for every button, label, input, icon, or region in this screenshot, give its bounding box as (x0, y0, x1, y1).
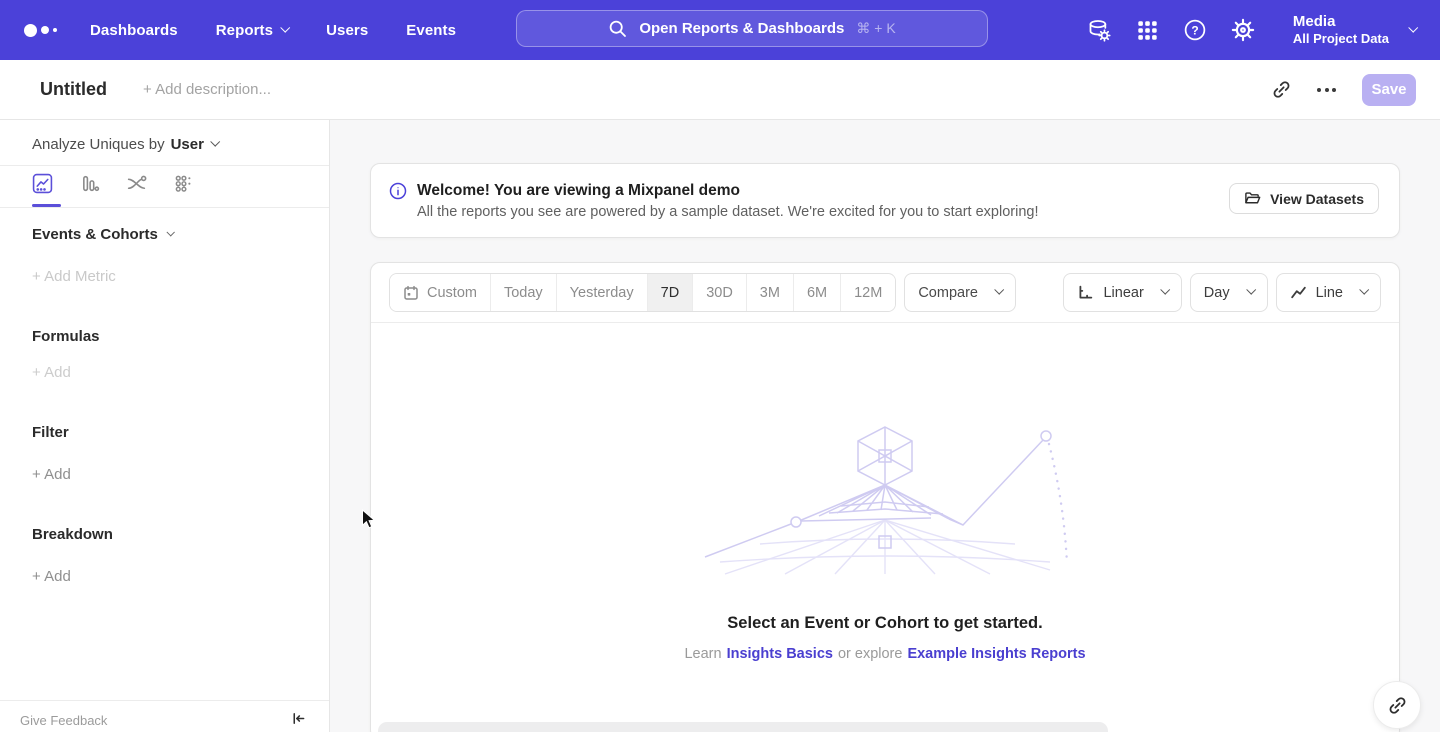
date-range-yesterday[interactable]: Yesterday (556, 274, 647, 311)
divider (0, 700, 329, 701)
primary-nav: Dashboards Reports Users Events (90, 22, 456, 39)
query-builder-sidebar: Analyze Uniques by User (0, 120, 330, 732)
date-range-6m[interactable]: 6M (793, 274, 840, 311)
insights-chart-panel: Custom Today Yesterday 7D 30D 3M 6M 12M … (370, 262, 1400, 732)
analyze-value-dropdown[interactable]: User (171, 136, 218, 153)
example-reports-link[interactable]: Example Insights Reports (907, 646, 1085, 662)
empty-state-hint: Learn Insights Basics or explore Example… (371, 646, 1399, 662)
chevron-down-icon (210, 137, 220, 147)
search-icon (608, 19, 627, 38)
demo-welcome-banner: Welcome! You are viewing a Mixpanel demo… (370, 163, 1400, 238)
view-datasets-button[interactable]: View Datasets (1229, 183, 1379, 214)
analyze-prefix-label: Analyze Uniques by (32, 136, 165, 153)
link-icon (1388, 696, 1407, 715)
info-icon (389, 182, 407, 200)
chevron-down-icon (166, 228, 174, 236)
chevron-down-icon (1408, 22, 1418, 32)
analyze-uniques-row: Analyze Uniques by User (32, 136, 218, 153)
chevron-down-icon (280, 22, 290, 32)
date-range-control: Custom Today Yesterday 7D 30D 3M 6M 12M (389, 273, 896, 312)
nav-users[interactable]: Users (326, 22, 368, 39)
metric-type-tabs (32, 173, 194, 194)
formulas-section-title: Formulas (32, 328, 100, 345)
help-icon[interactable]: ? (1183, 18, 1208, 43)
chart-toolbar: Custom Today Yesterday 7D 30D 3M 6M 12M … (371, 263, 1399, 323)
top-navbar: Dashboards Reports Users Events Open Rep… (0, 0, 1440, 60)
data-settings-icon[interactable] (1087, 18, 1112, 43)
more-options-icon[interactable] (1317, 88, 1336, 92)
banner-title: Welcome! You are viewing a Mixpanel demo (417, 180, 1039, 201)
save-button[interactable]: Save (1362, 74, 1416, 106)
date-range-3m[interactable]: 3M (746, 274, 793, 311)
axes-icon (1077, 284, 1094, 301)
nav-reports[interactable]: Reports (216, 22, 288, 39)
chevron-down-icon (1359, 285, 1369, 295)
add-filter-button[interactable]: + Add (32, 466, 71, 483)
interval-selector[interactable]: Day (1190, 273, 1268, 312)
chevron-down-icon (1160, 285, 1170, 295)
add-metric-button[interactable]: + Add Metric (32, 268, 116, 285)
settings-gear-icon[interactable] (1231, 18, 1256, 43)
tab-retention[interactable] (173, 173, 194, 194)
tab-flows[interactable] (126, 173, 147, 194)
chevron-down-icon (994, 285, 1004, 295)
date-range-7d[interactable]: 7D (647, 274, 693, 311)
share-link-fab[interactable] (1373, 681, 1421, 729)
project-scope: All Project Data (1293, 31, 1389, 47)
project-name: Media (1293, 13, 1389, 31)
add-formula-button[interactable]: + Add (32, 364, 71, 381)
main-content: Welcome! You are viewing a Mixpanel demo… (330, 120, 1440, 732)
date-range-custom[interactable]: Custom (390, 274, 490, 311)
project-switcher[interactable]: Media All Project Data (1293, 13, 1416, 47)
events-cohorts-section[interactable]: Events & Cohorts (32, 226, 173, 243)
tab-insights-line-chart[interactable] (32, 173, 53, 194)
apps-grid-icon[interactable] (1135, 18, 1160, 43)
date-range-12m[interactable]: 12M (840, 274, 895, 311)
chevron-down-icon (1246, 285, 1256, 295)
nav-events[interactable]: Events (406, 22, 456, 39)
date-range-30d[interactable]: 30D (692, 274, 746, 311)
empty-state-illustration (695, 424, 1075, 576)
report-description-placeholder[interactable]: + Add description... (143, 81, 271, 98)
search-shortcut: ⌘ + K (856, 20, 895, 37)
collapse-sidebar-icon[interactable] (290, 710, 307, 727)
divider (0, 165, 329, 166)
folder-icon (1244, 190, 1261, 207)
chart-type-selector[interactable]: Line (1276, 273, 1381, 312)
global-search[interactable]: Open Reports & Dashboards ⌘ + K (516, 10, 988, 47)
scale-selector[interactable]: Linear (1063, 273, 1181, 312)
insights-basics-link[interactable]: Insights Basics (727, 646, 833, 662)
copy-link-icon[interactable] (1272, 80, 1291, 99)
calendar-icon (403, 285, 419, 301)
tab-bar-chart[interactable] (79, 173, 100, 194)
compare-button[interactable]: Compare (904, 273, 1016, 312)
filter-section-title: Filter (32, 424, 69, 441)
date-range-today[interactable]: Today (490, 274, 556, 311)
empty-state: Select an Event or Cohort to get started… (371, 324, 1399, 662)
breakdown-section-title: Breakdown (32, 526, 113, 543)
banner-subtitle: All the reports you see are powered by a… (417, 201, 1039, 223)
give-feedback-link[interactable]: Give Feedback (20, 713, 107, 728)
mixpanel-logo[interactable] (24, 24, 60, 37)
nav-dashboards[interactable]: Dashboards (90, 22, 178, 39)
divider (0, 207, 329, 208)
empty-state-title: Select an Event or Cohort to get started… (371, 614, 1399, 633)
report-title[interactable]: Untitled (40, 79, 107, 100)
report-header: Untitled + Add description... Save (0, 60, 1440, 120)
hint-prefix: Learn (684, 646, 721, 662)
svg-text:?: ? (1192, 23, 1199, 37)
hint-middle: or explore (838, 646, 902, 662)
next-section-edge (378, 722, 1108, 732)
add-breakdown-button[interactable]: + Add (32, 568, 71, 585)
search-placeholder: Open Reports & Dashboards (639, 20, 844, 37)
line-chart-icon (1290, 284, 1307, 301)
